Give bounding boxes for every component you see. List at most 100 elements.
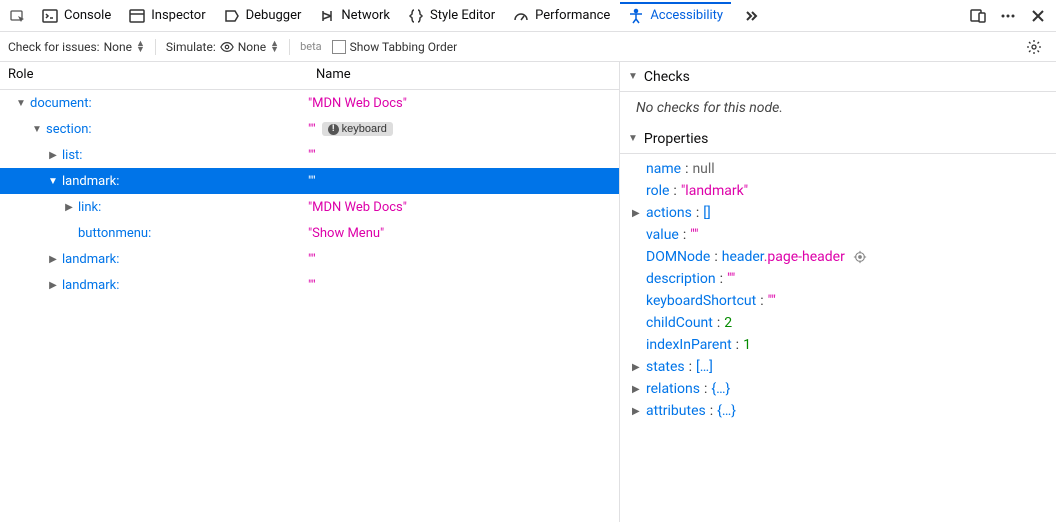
eye-icon <box>220 40 234 54</box>
network-icon <box>319 8 335 24</box>
close-icon[interactable] <box>1024 2 1052 30</box>
tab-debugger[interactable]: Debugger <box>216 4 310 28</box>
role-text: landmark: <box>62 174 119 189</box>
prop-key: actions <box>646 205 692 221</box>
divider <box>155 39 156 55</box>
tab-label: Network <box>341 8 390 23</box>
gear-icon[interactable] <box>1020 33 1048 61</box>
role-text: section: <box>46 122 92 137</box>
properties-section-header[interactable]: ▼ Properties <box>620 124 1056 154</box>
keyboard-badge: !keyboard <box>322 122 393 136</box>
col-name[interactable]: Name <box>308 62 619 89</box>
simulate-value: None <box>238 40 266 54</box>
tabbing-order-checkbox[interactable]: Show Tabbing Order <box>332 40 458 54</box>
checks-message: No checks for this node. <box>620 92 1056 124</box>
tree-row[interactable]: ▶landmark:"" <box>0 272 619 298</box>
twisty-icon[interactable]: ▶ <box>48 280 58 291</box>
accessibility-subtoolbar: Check for issues: None ▲▼ Simulate: None… <box>0 32 1056 62</box>
prop-key: keyboardShortcut <box>646 293 756 309</box>
simulate-label: Simulate: <box>166 40 216 54</box>
property-row: description: "" <box>620 268 1056 290</box>
twisty-icon[interactable]: ▼ <box>48 176 58 187</box>
twisty-icon[interactable]: ▶ <box>48 254 58 265</box>
console-icon <box>42 8 58 24</box>
property-row: ▶states: […] <box>620 356 1056 378</box>
prop-value: 2 <box>724 315 732 331</box>
debugger-icon <box>224 8 240 24</box>
tab-inspector[interactable]: Inspector <box>121 4 213 28</box>
prop-key: states <box>646 359 685 375</box>
tree-row[interactable]: ▶list:"" <box>0 142 619 168</box>
prop-value: {…} <box>717 403 736 419</box>
inspector-icon <box>129 8 145 24</box>
prop-key: description <box>646 271 716 287</box>
name-text: "" <box>308 252 316 267</box>
prop-value: "" <box>727 271 735 287</box>
tree-row[interactable]: ▶ link: "MDN Web Docs" <box>0 194 619 220</box>
role-text: buttonmenu: <box>78 226 151 241</box>
property-row: ▶actions: [] <box>620 202 1056 224</box>
tree-row[interactable]: ▶ landmark: "" <box>0 246 619 272</box>
prop-key: value <box>646 227 679 243</box>
property-row: ▶attributes: {…} <box>620 400 1056 422</box>
twisty-icon: ▼ <box>628 133 638 144</box>
tree-header: Role Name <box>0 62 619 90</box>
name-text: "MDN Web Docs" <box>308 200 407 215</box>
overflow-icon[interactable] <box>737 2 765 30</box>
iframe-picker-icon[interactable] <box>4 2 32 30</box>
twisty-icon[interactable]: ▶ <box>632 384 642 395</box>
tree-row[interactable]: buttonmenu:"Show Menu" <box>0 220 619 246</box>
prop-value: "" <box>690 227 698 243</box>
name-text: "" <box>308 122 316 137</box>
property-row: ▶relations: {…} <box>620 378 1056 400</box>
prop-value: [] <box>703 205 710 221</box>
prop-key: relations <box>646 381 700 397</box>
properties-title: Properties <box>644 131 708 147</box>
simulate-dropdown[interactable]: Simulate: None ▲▼ <box>166 40 279 54</box>
tab-network[interactable]: Network <box>311 4 398 28</box>
role-text: link: <box>78 200 101 215</box>
tab-console[interactable]: Console <box>34 4 119 28</box>
tab-accessibility[interactable]: Accessibility <box>620 2 731 28</box>
tab-style-editor[interactable]: Style Editor <box>400 4 503 28</box>
divider <box>289 39 290 55</box>
prop-value: {…} <box>711 381 730 397</box>
tab-performance[interactable]: Performance <box>505 4 618 28</box>
twisty-icon[interactable]: ▼ <box>32 124 42 135</box>
tab-label: Style Editor <box>430 8 495 23</box>
property-row: role: "landmark" <box>620 180 1056 202</box>
chevron-updown-icon: ▲▼ <box>136 41 145 53</box>
role-text: document: <box>30 96 92 111</box>
tree-row[interactable]: ▼ section: "" !keyboard <box>0 116 619 142</box>
col-role[interactable]: Role <box>0 62 308 89</box>
tab-label: Performance <box>535 8 610 23</box>
twisty-icon[interactable]: ▶ <box>64 202 74 213</box>
twisty-icon[interactable]: ▶ <box>632 362 642 373</box>
main-panes: Role Name ▼ document: "MDN Web Docs" ▼ secti… <box>0 62 1056 522</box>
style-editor-icon <box>408 8 424 24</box>
performance-icon <box>513 8 529 24</box>
twisty-icon[interactable]: ▶ <box>632 208 642 219</box>
prop-key: role <box>646 183 669 199</box>
twisty-icon[interactable]: ▶ <box>632 406 642 417</box>
twisty-icon[interactable]: ▼ <box>16 98 26 109</box>
checkbox-icon <box>332 40 346 54</box>
prop-value: […] <box>696 359 713 375</box>
chevron-updown-icon: ▲▼ <box>270 41 279 53</box>
twisty-icon[interactable]: ▶ <box>48 150 58 161</box>
tree-row[interactable]: ▼landmark:"" <box>0 168 619 194</box>
details-pane: ▼ Checks No checks for this node. ▼ Prop… <box>620 62 1056 522</box>
prop-key: name <box>646 161 681 177</box>
property-row: value: "" <box>620 224 1056 246</box>
responsive-mode-icon[interactable] <box>964 2 992 30</box>
twisty-icon: ▼ <box>628 71 638 82</box>
checks-title: Checks <box>644 69 690 85</box>
tree-row[interactable]: ▼document:"MDN Web Docs" <box>0 90 619 116</box>
role-text: landmark: <box>62 252 119 267</box>
check-for-issues-dropdown[interactable]: Check for issues: None ▲▼ <box>8 40 145 54</box>
checks-section-header[interactable]: ▼ Checks <box>620 62 1056 92</box>
highlight-node-icon[interactable] <box>849 250 867 264</box>
meatball-menu-icon[interactable] <box>994 2 1022 30</box>
prop-value: "landmark" <box>681 183 748 199</box>
tabbing-label: Show Tabbing Order <box>350 40 458 54</box>
